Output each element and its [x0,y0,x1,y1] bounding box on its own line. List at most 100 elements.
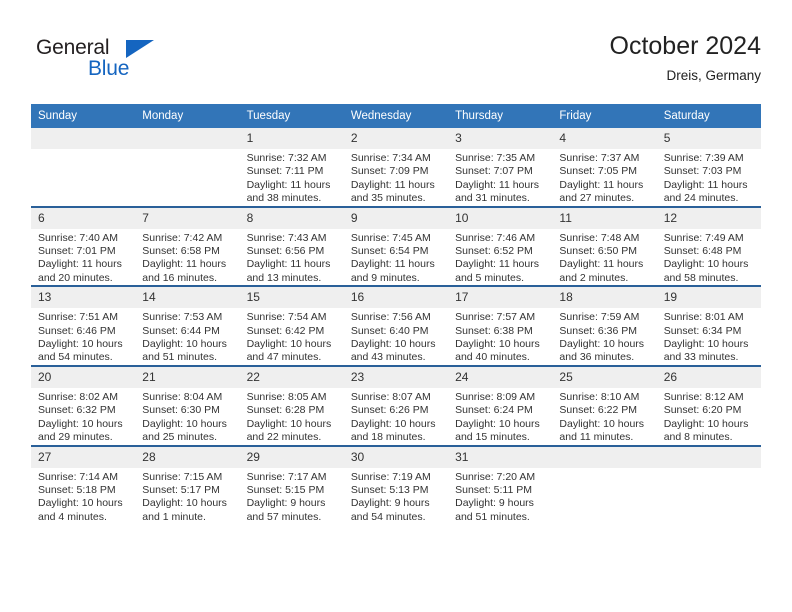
calendar-week-row: 6 Sunrise: 7:40 AM Sunset: 7:01 PM Daylight… [31,205,761,287]
day-details: Sunrise: 7:45 AM Sunset: 6:54 PM Daylight:… [344,229,448,286]
calendar-day-cell[interactable]: 10 Sunrise: 7:46 AM Sunset: 6:52 PM Dayligh… [448,205,553,287]
sunset-text: Sunset: 6:34 PM [663,324,742,337]
calendar-page: General Blue October 2024 Dreis, Germany… [0,0,792,612]
sunset-text: Sunset: 7:11 PM [246,165,324,178]
day-number: 21 [135,366,240,388]
day-details: Sunrise: 8:02 AM Sunset: 6:32 PM Daylight:… [31,388,135,445]
calendar-day-cell[interactable]: 6 Sunrise: 7:40 AM Sunset: 7:01 PM Daylight… [31,205,136,287]
sunrise-text: Sunrise: 7:19 AM [350,470,431,483]
sunrise-text: Sunrise: 7:54 AM [246,311,327,324]
sunset-text: Sunset: 5:13 PM [350,483,429,496]
sunrise-text: Sunrise: 7:39 AM [663,152,744,164]
calendar-day-cell[interactable]: 29 Sunrise: 7:17 AM Sunset: 5:15 PM Dayligh… [239,444,344,525]
calendar-day-cell[interactable]: 14 Sunrise: 7:53 AM Sunset: 6:44 PM Dayligh… [135,285,240,366]
sunrise-text: Sunrise: 7:14 AM [38,470,118,483]
day-details: Sunrise: 8:05 AM Sunset: 6:28 PM Daylight:… [240,388,344,445]
weekday-header-thursday: Thursday [448,104,553,128]
sunrise-text: Sunrise: 8:12 AM [663,390,744,403]
daylight-text: Daylight: 10 hours and 25 minutes. [142,417,227,444]
sunrise-text: Sunrise: 7:59 AM [559,311,640,324]
calendar-day-cell[interactable]: 23 Sunrise: 8:07 AM Sunset: 6:26 PM Dayligh… [343,364,449,446]
sunset-text: Sunset: 6:38 PM [455,324,533,337]
day-details: Sunrise: 8:07 AM Sunset: 6:26 PM Daylight:… [344,388,448,445]
sunrise-text: Sunrise: 7:43 AM [246,231,327,244]
sunset-text: Sunset: 6:40 PM [350,324,429,337]
daylight-text: Daylight: 11 hours and 20 minutes. [38,258,122,284]
general-blue-logo[interactable]: General Blue [31,36,221,92]
daylight-text: Daylight: 11 hours and 5 minutes. [455,258,539,284]
calendar-day-cell[interactable]: 20 Sunrise: 8:02 AM Sunset: 6:32 PM Dayligh… [31,364,136,446]
sunset-text: Sunset: 6:24 PM [455,404,533,417]
calendar-day-cell[interactable]: 27 Sunrise: 7:14 AM Sunset: 5:18 PM Dayligh… [31,444,136,525]
day-number: 18 [552,287,657,309]
calendar-day-cell[interactable]: 2 Sunrise: 7:34 AM Sunset: 7:09 PM Daylight… [343,128,449,207]
sunset-text: Sunset: 6:22 PM [559,404,638,417]
day-details: Sunrise: 7:15 AM Sunset: 5:17 PM Daylight:… [135,468,239,525]
calendar-day-cell[interactable]: 7 Sunrise: 7:42 AM Sunset: 6:58 PM Daylight… [135,205,240,287]
day-number: 8 [239,207,344,229]
calendar-day-cell[interactable]: 4 Sunrise: 7:37 AM Sunset: 7:05 PM Daylight… [552,128,657,207]
calendar-day-cell[interactable]: 25 Sunrise: 8:10 AM Sunset: 6:22 PM Dayligh… [552,364,657,446]
day-details: Sunrise: 7:14 AM Sunset: 5:18 PM Daylight:… [31,468,135,525]
day-number [135,128,240,149]
calendar-day-cell[interactable]: 5 Sunrise: 7:39 AM Sunset: 7:03 PM Daylight… [656,128,761,207]
calendar-day-cell[interactable]: 24 Sunrise: 8:09 AM Sunset: 6:24 PM Dayligh… [448,364,553,446]
calendar-day-cell[interactable]: 28 Sunrise: 7:15 AM Sunset: 5:17 PM Dayligh… [135,444,240,525]
calendar-day-cell[interactable]: 9 Sunrise: 7:45 AM Sunset: 6:54 PM Daylight… [343,205,449,287]
daylight-text: Daylight: 10 hours and 54 minutes. [38,338,123,364]
sunrise-text: Sunrise: 8:02 AM [38,390,118,403]
calendar-week-row: 20 Sunrise: 8:02 AM Sunset: 6:32 PM Dayligh… [31,364,761,446]
calendar-day-cell[interactable]: 30 Sunrise: 7:19 AM Sunset: 5:13 PM Dayligh… [343,444,449,525]
sunset-text: Sunset: 6:50 PM [559,245,638,258]
sunrise-text: Sunrise: 7:15 AM [142,470,223,483]
calendar-day-cell[interactable]: 21 Sunrise: 8:04 AM Sunset: 6:30 PM Dayligh… [135,364,240,446]
day-number: 2 [343,128,449,149]
day-details: Sunrise: 7:35 AM Sunset: 7:07 PM Daylight:… [448,149,552,206]
day-number: 9 [343,207,449,229]
calendar-day-cell[interactable]: 17 Sunrise: 7:57 AM Sunset: 6:38 PM Dayligh… [448,285,553,366]
page-header: General Blue October 2024 Dreis, Germany [31,30,761,100]
day-number [552,446,657,468]
sunset-text: Sunset: 6:26 PM [350,404,429,417]
calendar-day-cell[interactable]: 13 Sunrise: 7:51 AM Sunset: 6:46 PM Dayligh… [31,285,136,366]
calendar-day-cell[interactable]: 11 Sunrise: 7:48 AM Sunset: 6:50 PM Dayligh… [552,205,657,287]
calendar-day-cell[interactable]: 8 Sunrise: 7:43 AM Sunset: 6:56 PM Daylight… [239,205,344,287]
sunrise-text: Sunrise: 7:57 AM [455,311,536,324]
calendar-day-cell[interactable]: 31 Sunrise: 7:20 AM Sunset: 5:11 PM Dayligh… [448,444,553,525]
day-details: Sunrise: 7:56 AM Sunset: 6:40 PM Daylight:… [344,308,448,365]
calendar-day-cell[interactable]: 3 Sunrise: 7:35 AM Sunset: 7:07 PM Daylight… [448,128,553,207]
day-number: 10 [448,207,553,229]
logo-triangle-icon [126,40,154,58]
calendar-day-cell[interactable]: 16 Sunrise: 7:56 AM Sunset: 6:40 PM Dayligh… [343,285,449,366]
sunrise-text: Sunrise: 7:56 AM [350,311,431,324]
day-number: 26 [656,366,761,388]
calendar-day-cell[interactable]: 19 Sunrise: 8:01 AM Sunset: 6:34 PM Dayligh… [656,285,761,366]
sunrise-text: Sunrise: 7:35 AM [455,152,536,164]
day-details: Sunrise: 7:48 AM Sunset: 6:50 PM Daylight:… [552,229,656,286]
day-details: Sunrise: 7:53 AM Sunset: 6:44 PM Daylight:… [135,308,239,365]
day-number: 31 [448,446,553,468]
sunset-text: Sunset: 5:18 PM [38,483,116,496]
daylight-text: Daylight: 10 hours and 29 minutes. [38,417,123,444]
calendar-day-cell[interactable]: 26 Sunrise: 8:12 AM Sunset: 6:20 PM Dayligh… [656,364,761,446]
daylight-text: Daylight: 11 hours and 38 minutes. [246,178,331,205]
day-number: 1 [239,128,344,149]
calendar-day-cell[interactable]: 1 Sunrise: 7:32 AM Sunset: 7:11 PM Daylight… [239,128,344,207]
day-number: 16 [343,287,449,309]
calendar-day-cell[interactable]: 22 Sunrise: 8:05 AM Sunset: 6:28 PM Dayligh… [239,364,344,446]
calendar-day-cell[interactable]: 12 Sunrise: 7:49 AM Sunset: 6:48 PM Dayligh… [656,205,761,287]
day-details: Sunrise: 7:19 AM Sunset: 5:13 PM Daylight:… [344,468,448,525]
calendar-day-cell[interactable]: 15 Sunrise: 7:54 AM Sunset: 6:42 PM Dayligh… [239,285,344,366]
day-number: 20 [31,366,136,388]
month-calendar-table: Sunday Monday Tuesday Wednesday Thursday… [31,104,761,525]
daylight-text: Daylight: 10 hours and 1 minute. [142,497,227,523]
sunset-text: Sunset: 6:52 PM [455,245,533,258]
calendar-day-cell-empty [656,444,761,525]
sunset-text: Sunset: 7:03 PM [663,165,742,178]
day-number: 14 [135,287,240,309]
calendar-day-cell[interactable]: 18 Sunrise: 7:59 AM Sunset: 6:36 PM Dayligh… [552,285,657,366]
sunset-text: Sunset: 5:11 PM [455,483,532,496]
sunrise-text: Sunrise: 8:09 AM [455,390,536,403]
day-details: Sunrise: 7:59 AM Sunset: 6:36 PM Daylight:… [552,308,656,365]
daylight-text: Daylight: 10 hours and 4 minutes. [38,497,123,523]
